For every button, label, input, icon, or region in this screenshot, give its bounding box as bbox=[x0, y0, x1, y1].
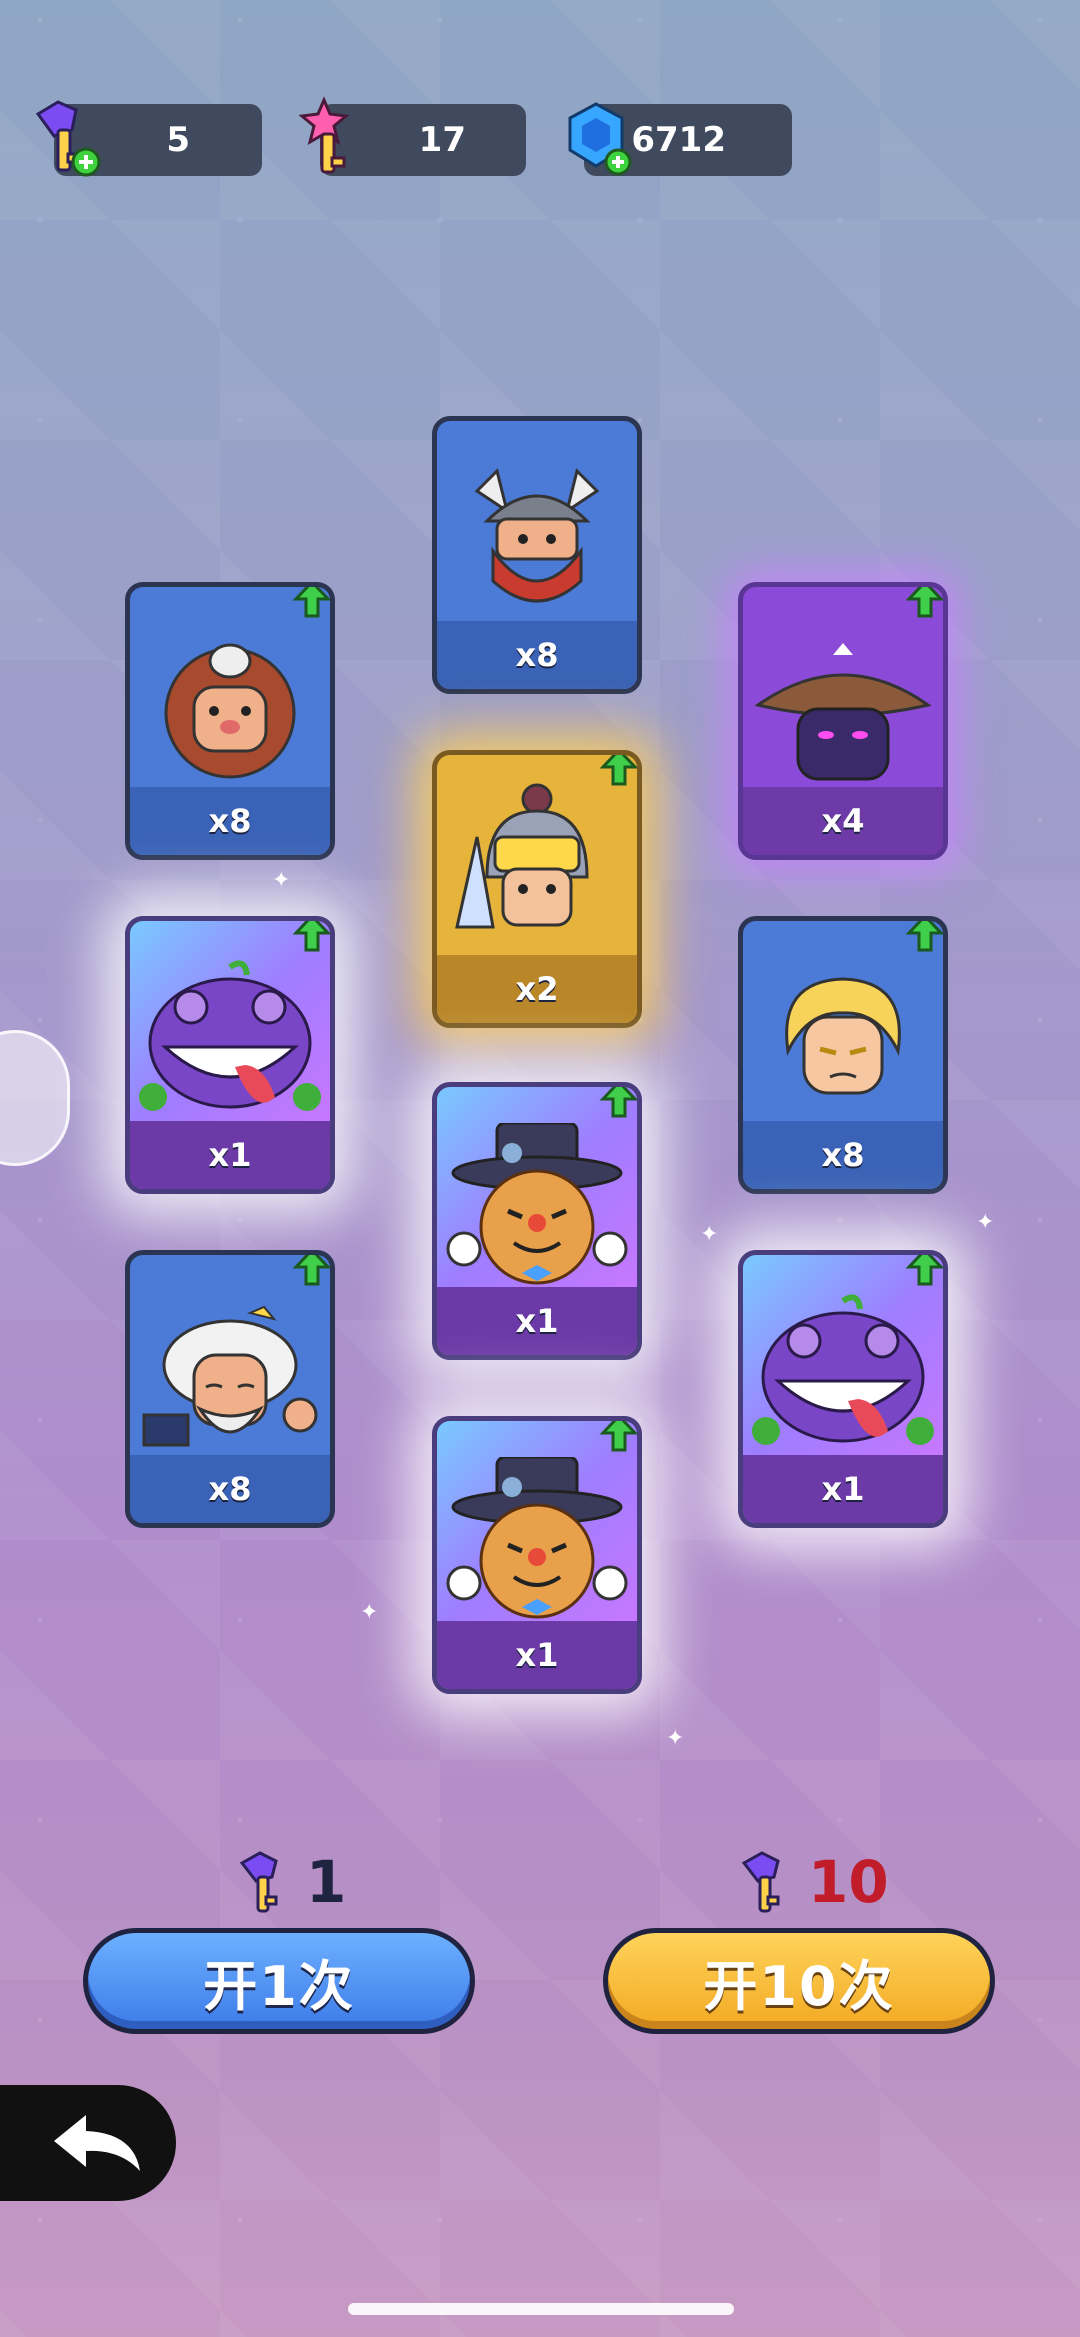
hero-card-knight[interactable]: x2 bbox=[432, 750, 642, 1028]
sage-portrait bbox=[130, 1255, 330, 1455]
hero-card-blonde[interactable]: x8 bbox=[738, 916, 948, 1194]
sparkle: ✦ bbox=[976, 1210, 995, 1235]
key-icon bbox=[741, 1851, 780, 1913]
back-arrow-icon bbox=[54, 2115, 140, 2171]
hero-card-frog[interactable]: x1 bbox=[125, 916, 335, 1194]
hero-card-pumpkin[interactable]: x1 bbox=[432, 1416, 642, 1694]
open-once-cost: 1 bbox=[236, 1848, 346, 1916]
key-plus-icon bbox=[35, 100, 101, 177]
resource-keys-purple[interactable]: 5 bbox=[35, 100, 262, 177]
open-ten-cost-value: 10 bbox=[808, 1848, 889, 1916]
sparkle: ✦ bbox=[666, 1726, 685, 1751]
card-count: x1 bbox=[130, 1121, 330, 1189]
card-count: x1 bbox=[437, 1621, 637, 1689]
star-key-plus-icon bbox=[298, 96, 350, 174]
open-ten-button[interactable]: 开10次 bbox=[603, 1928, 995, 2034]
gems-count: 6712 bbox=[631, 120, 726, 160]
blonde-portrait bbox=[743, 921, 943, 1121]
hero-card-viking[interactable]: x8 bbox=[432, 416, 642, 694]
gem-plus-icon bbox=[568, 102, 632, 176]
caveman-portrait bbox=[130, 587, 330, 787]
open-ten-cost: 10 bbox=[738, 1848, 889, 1916]
hero-card-frog[interactable]: x1 bbox=[738, 1250, 948, 1528]
open-once-label: 开1次 bbox=[203, 1954, 355, 2018]
pumpkin-portrait bbox=[437, 1087, 637, 1287]
open-ten-label: 开10次 bbox=[703, 1954, 895, 2018]
ninja-portrait bbox=[743, 587, 943, 787]
card-count: x8 bbox=[743, 1121, 943, 1189]
hero-card-caveman[interactable]: x8 bbox=[125, 582, 335, 860]
hero-card-pumpkin[interactable]: x1 bbox=[432, 1082, 642, 1360]
hero-card-sage[interactable]: x8 bbox=[125, 1250, 335, 1528]
home-indicator[interactable] bbox=[348, 2303, 734, 2315]
frog-portrait bbox=[130, 921, 330, 1121]
resource-gems[interactable]: 6712 bbox=[568, 102, 792, 176]
card-count: x1 bbox=[743, 1455, 943, 1523]
back-button[interactable] bbox=[0, 2085, 176, 2201]
card-count: x8 bbox=[130, 1455, 330, 1523]
viking-portrait bbox=[437, 421, 637, 621]
knight-portrait bbox=[437, 755, 637, 955]
keys-purple-count: 5 bbox=[166, 120, 190, 160]
card-count: x2 bbox=[437, 955, 637, 1023]
card-count: x1 bbox=[437, 1287, 637, 1355]
open-once-cost-value: 1 bbox=[306, 1848, 347, 1916]
pumpkin-portrait bbox=[437, 1421, 637, 1621]
card-count: x4 bbox=[743, 787, 943, 855]
open-once-button[interactable]: 开1次 bbox=[83, 1928, 475, 2034]
resource-keys-star[interactable]: 17 bbox=[298, 96, 526, 176]
sparkle: ✦ bbox=[700, 1222, 719, 1247]
hero-card-ninja[interactable]: x4 bbox=[738, 582, 948, 860]
card-count: x8 bbox=[130, 787, 330, 855]
sparkle: ✦ bbox=[272, 868, 291, 893]
sparkle: ✦ bbox=[360, 1600, 379, 1625]
frog-portrait bbox=[743, 1255, 943, 1455]
card-count: x8 bbox=[437, 621, 637, 689]
keys-star-count: 17 bbox=[418, 120, 466, 160]
key-icon bbox=[239, 1851, 278, 1913]
